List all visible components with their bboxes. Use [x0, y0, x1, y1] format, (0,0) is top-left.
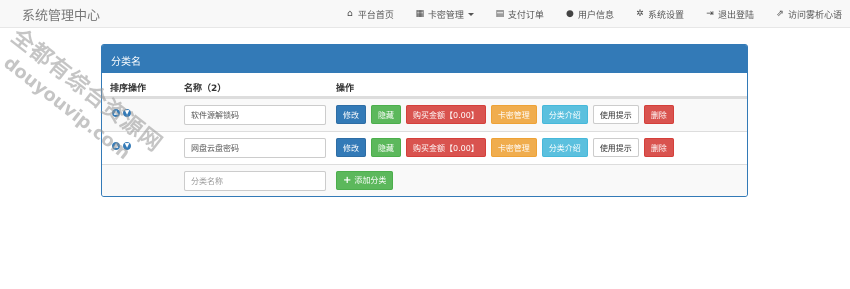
hide-button[interactable]: 隐藏 [371, 138, 401, 157]
new-category-row: 分类名称 + 添加分类 [102, 164, 747, 196]
panel-title: 分类名 [102, 45, 747, 73]
delete-button[interactable]: 删除 [643, 138, 674, 157]
usage-tips-button[interactable]: 使用提示 [592, 138, 639, 157]
brand-title[interactable]: 系统管理中心 [22, 5, 100, 24]
table-header: 排序操作 名称（2） 操作 [102, 73, 747, 98]
category-name-input[interactable]: 网盘云盘密码 [184, 138, 326, 158]
row-actions: 修改 隐藏 购买金额【0.00】 卡密管理 分类介绍 使用提示 删除 [336, 105, 674, 124]
table-row: ▲ ▼ 网盘云盘密码 修改 隐藏 购买金额【0.00】 卡密管理 分类介绍 使用… [102, 131, 747, 164]
nav-item-label: 退出登陆 [717, 10, 754, 21]
price-button[interactable]: 购买金额【0.00】 [406, 138, 486, 157]
plus-icon: + [343, 175, 352, 186]
nav-item-user-info[interactable]: ● 用户信息 [565, 8, 614, 21]
price-button[interactable]: 购买金额【0.00】 [406, 105, 486, 124]
nav-item-label: 平台首页 [357, 10, 394, 21]
home-icon: ⌂ [347, 9, 353, 19]
user-icon: ● [566, 9, 574, 19]
nav-item-label: 卡密管理 [427, 10, 464, 21]
sort-controls: ▲ ▼ [112, 142, 131, 150]
hide-button[interactable]: 隐藏 [371, 105, 401, 124]
nav-item-orders[interactable]: ▤ 支付订单 [495, 8, 544, 21]
nav-item-home[interactable]: ⌂ 平台首页 [345, 8, 394, 21]
nav-menu: ⌂ 平台首页 ▦ 卡密管理 ▤ 支付订单 ● 用户信息 ✲ 系统设置 ⇥ 退出登… [324, 0, 842, 28]
row-actions: 修改 隐藏 购买金额【0.00】 卡密管理 分类介绍 使用提示 删除 [336, 138, 674, 157]
nav-item-visit-site[interactable]: ⇗ 访问雾析心语 [775, 8, 842, 21]
nav-item-label: 支付订单 [507, 10, 544, 21]
move-down-icon[interactable]: ▼ [123, 109, 131, 117]
card-management-button[interactable]: 卡密管理 [490, 105, 537, 124]
add-category-label: 添加分类 [354, 176, 387, 185]
table-row: ▲ ▼ 软件源解锁码 修改 隐藏 购买金额【0.00】 卡密管理 分类介绍 使用… [102, 98, 747, 131]
list-icon: ▤ [495, 9, 505, 19]
category-panel: 分类名 排序操作 名称（2） 操作 ▲ ▼ 软件源解锁码 修改 隐藏 购买金额【… [101, 44, 748, 197]
edit-button[interactable]: 修改 [336, 138, 366, 157]
external-link-icon: ⇗ [776, 9, 784, 19]
new-row-actions: + 添加分类 [336, 171, 394, 190]
header-action: 操作 [336, 84, 355, 94]
move-down-icon[interactable]: ▼ [123, 142, 131, 150]
header-sort: 排序操作 [110, 84, 147, 94]
move-up-icon[interactable]: ▲ [112, 142, 120, 150]
edit-button[interactable]: 修改 [336, 105, 366, 124]
category-intro-button[interactable]: 分类介绍 [541, 138, 588, 157]
move-up-icon[interactable]: ▲ [112, 109, 120, 117]
nav-item-logout[interactable]: ⇥ 退出登陆 [705, 8, 754, 21]
sort-controls: ▲ ▼ [112, 109, 131, 117]
nav-item-settings[interactable]: ✲ 系统设置 [635, 8, 684, 21]
usage-tips-button[interactable]: 使用提示 [592, 105, 639, 124]
nav-item-label: 用户信息 [577, 10, 614, 21]
table-body: ▲ ▼ 软件源解锁码 修改 隐藏 购买金额【0.00】 卡密管理 分类介绍 使用… [102, 98, 747, 196]
nav-item-card-management[interactable]: ▦ 卡密管理 [415, 8, 474, 21]
grid-icon: ▦ [415, 9, 425, 19]
category-intro-button[interactable]: 分类介绍 [541, 105, 588, 124]
category-name-input[interactable]: 软件源解锁码 [184, 105, 326, 125]
add-category-button[interactable]: + 添加分类 [336, 171, 394, 190]
new-category-input[interactable]: 分类名称 [184, 171, 326, 191]
logout-icon: ⇥ [706, 9, 714, 19]
nav-item-label: 访问雾析心语 [787, 10, 842, 21]
card-management-button[interactable]: 卡密管理 [490, 138, 537, 157]
nav-item-label: 系统设置 [647, 10, 684, 21]
delete-button[interactable]: 删除 [643, 105, 674, 124]
navbar: 系统管理中心 ⌂ 平台首页 ▦ 卡密管理 ▤ 支付订单 ● 用户信息 ✲ 系统设… [0, 0, 850, 28]
caret-down-icon [467, 12, 474, 16]
gear-icon: ✲ [636, 9, 644, 19]
header-name: 名称（2） [184, 84, 227, 94]
